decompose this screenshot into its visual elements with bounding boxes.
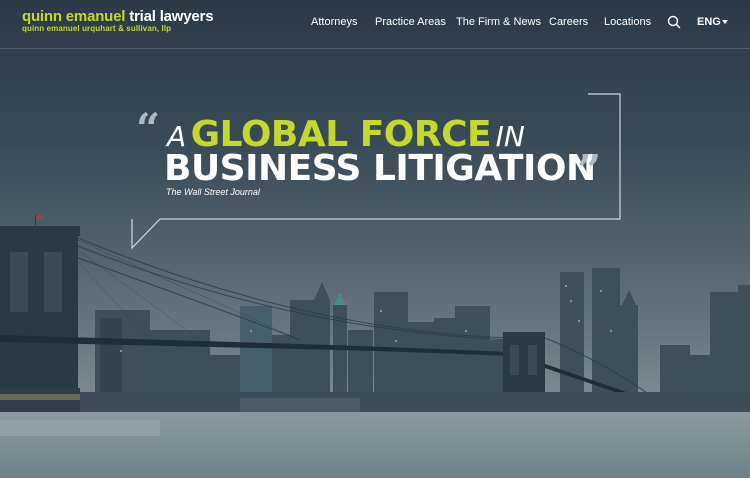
logo-name-part2: trial lawyers — [129, 8, 214, 25]
nav-item-careers[interactable]: Careers — [549, 16, 588, 28]
top-navigation: quinn emanuel trial lawyers quinn emanue… — [0, 0, 750, 49]
nav-item-practice-areas[interactable]: Practice Areas — [375, 16, 446, 28]
open-quote-mark: “ — [136, 104, 161, 153]
nav-item-attorneys[interactable]: Attorneys — [311, 16, 357, 28]
brand-logo[interactable]: quinn emanuel trial lawyers quinn emanue… — [22, 8, 214, 33]
caret-down-icon[interactable] — [722, 20, 728, 24]
logo-subtitle: quinn emanuel urquhart & sullivan, llp — [22, 24, 172, 33]
logo-name-part1: quinn emanuel — [22, 8, 126, 25]
search-icon[interactable] — [667, 15, 681, 29]
quote-frame — [131, 93, 621, 250]
language-selector[interactable]: ENG — [697, 16, 721, 28]
nav-item-locations[interactable]: Locations — [604, 16, 651, 28]
logo-wordmark: quinn emanuel trial lawyers — [22, 8, 214, 25]
nav-item-the-firm-news[interactable]: The Firm & News — [456, 16, 541, 28]
close-quote-mark: ” — [577, 146, 602, 195]
headline-line2: BUSINESS LITIGATION — [164, 148, 596, 189]
hero-background — [0, 0, 750, 478]
quote-attribution: The Wall Street Journal — [166, 187, 260, 197]
